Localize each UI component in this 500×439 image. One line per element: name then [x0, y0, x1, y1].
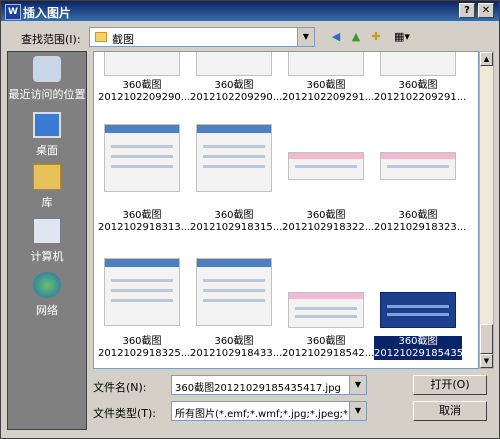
thumbnail: [104, 258, 180, 326]
place-label: 计算机: [30, 250, 64, 263]
place-label: 库: [41, 196, 53, 209]
thumbnail: [380, 152, 456, 180]
window-title: 插入图片: [23, 6, 72, 20]
list-item[interactable]: 360截图 2012102918323...: [374, 124, 467, 234]
title-bar[interactable]: W 插入图片 ? ✕: [1, 1, 499, 21]
open-button[interactable]: 打开(O): [413, 375, 487, 395]
list-item[interactable]: 360截图 2012102209290...: [98, 52, 191, 118]
word-app-icon: W: [5, 4, 21, 20]
vertical-scrollbar[interactable]: ▲ ▼: [479, 51, 494, 369]
file-name: 360截图 2012102209291...: [282, 80, 375, 103]
thumbnail: [380, 292, 456, 328]
chevron-down-icon[interactable]: ▼: [349, 402, 366, 420]
close-button[interactable]: ✕: [478, 3, 494, 18]
recent-places-icon: [33, 56, 61, 82]
file-name: 360截图 2012102209291...: [374, 80, 467, 103]
file-name: 360截图 2012102918433...: [190, 336, 283, 359]
thumbnail: [380, 52, 456, 76]
thumbnail: [104, 124, 180, 192]
list-item[interactable]: 360截图 2012102918542...: [282, 258, 375, 368]
filename-value: 360截图20121029185435417.jpg: [175, 383, 341, 394]
look-in-label: 查找范围(I):: [21, 33, 81, 46]
view-menu-icon[interactable]: ▦▾: [389, 28, 415, 46]
filetype-value: 所有图片(*.emf;*.wmf;*.jpg;*.jpeg;*.jpe;: [175, 409, 367, 420]
insert-picture-dialog: W 插入图片 ? ✕ 查找范围(I): 截图 ▼ ◀ ▲ ✚ ▦▾ 最近访问的位…: [0, 0, 500, 439]
list-item[interactable]: 360截图 2012102209291...: [282, 52, 375, 118]
list-item[interactable]: 360截图 2012102918322...: [282, 124, 375, 234]
file-name: 360截图 2012102918322...: [282, 210, 375, 233]
filename-field[interactable]: 360截图20121029185435417.jpg ▼: [171, 375, 367, 395]
thumbnail: [196, 52, 272, 76]
up-folder-icon[interactable]: ▲: [347, 28, 365, 46]
place-recent[interactable]: 最近访问的位置: [8, 56, 86, 102]
chevron-down-icon[interactable]: ▼: [349, 376, 366, 394]
list-item[interactable]: 360截图 2012102209291...: [374, 52, 467, 118]
thumbnail: [288, 292, 364, 328]
scroll-up-icon[interactable]: ▲: [480, 52, 493, 66]
place-network[interactable]: 网络: [8, 272, 86, 318]
filetype-label: 文件类型(T):: [93, 407, 157, 420]
file-name: 360截图 2012102918313...: [98, 210, 191, 233]
thumbnail: [196, 124, 272, 192]
place-label: 网络: [36, 304, 58, 317]
file-name: 360截图 2012102918315...: [190, 210, 283, 233]
thumbnail: [288, 52, 364, 76]
thumbnail: [196, 258, 272, 326]
scroll-down-icon[interactable]: ▼: [480, 354, 493, 368]
filetype-select[interactable]: 所有图片(*.emf;*.wmf;*.jpg;*.jpeg;*.jpe; ▼: [171, 401, 367, 421]
file-name: 360截图 2012102209290...: [190, 80, 283, 103]
file-name: 360截图20121029185435417.jpg: [374, 336, 478, 360]
place-desktop[interactable]: 桌面: [8, 112, 86, 158]
help-button[interactable]: ?: [459, 3, 475, 18]
list-item[interactable]: 360截图 2012102918315...: [190, 124, 283, 234]
list-item[interactable]: 360截图 2012102209290...: [190, 52, 283, 118]
folder-icon: [95, 32, 107, 42]
look-in-dropdown[interactable]: 截图 ▼: [89, 27, 315, 47]
file-name: 360截图 2012102209290...: [98, 80, 191, 103]
thumbnail: [104, 52, 180, 76]
library-icon: [33, 164, 61, 190]
network-icon: [33, 272, 61, 298]
file-list[interactable]: 360截图 2012102209290... 360截图 2012102209290…: [93, 51, 479, 369]
thumbnail: [288, 152, 364, 180]
new-folder-icon[interactable]: ✚: [367, 28, 385, 46]
file-name: 360截图 2012102918542...: [282, 336, 375, 359]
place-label: 最近访问的位置: [8, 88, 86, 101]
filename-label: 文件名(N):: [93, 381, 147, 394]
cancel-button[interactable]: 取消: [413, 401, 487, 421]
chevron-down-icon[interactable]: ▼: [297, 28, 314, 46]
list-item[interactable]: 360截图 2012102918313...: [98, 124, 191, 234]
place-library[interactable]: 库: [8, 164, 86, 210]
back-icon[interactable]: ◀: [327, 28, 345, 46]
places-bar: 最近访问的位置 桌面 库 计算机 网络: [7, 51, 87, 430]
file-name: 360截图 2012102918323...: [374, 210, 467, 233]
list-item[interactable]: 360截图 2012102918433...: [190, 258, 283, 368]
computer-icon: [33, 218, 61, 244]
scroll-thumb[interactable]: [480, 324, 493, 354]
look-in-value: 截图: [112, 33, 134, 46]
list-item[interactable]: 360截图 2012102918325...: [98, 258, 191, 368]
place-label: 桌面: [36, 144, 58, 157]
place-computer[interactable]: 计算机: [8, 218, 86, 264]
list-item-selected[interactable]: 360截图20121029185435417.jpg: [374, 258, 478, 368]
file-name: 360截图 2012102918325...: [98, 336, 191, 359]
desktop-icon: [33, 112, 61, 138]
